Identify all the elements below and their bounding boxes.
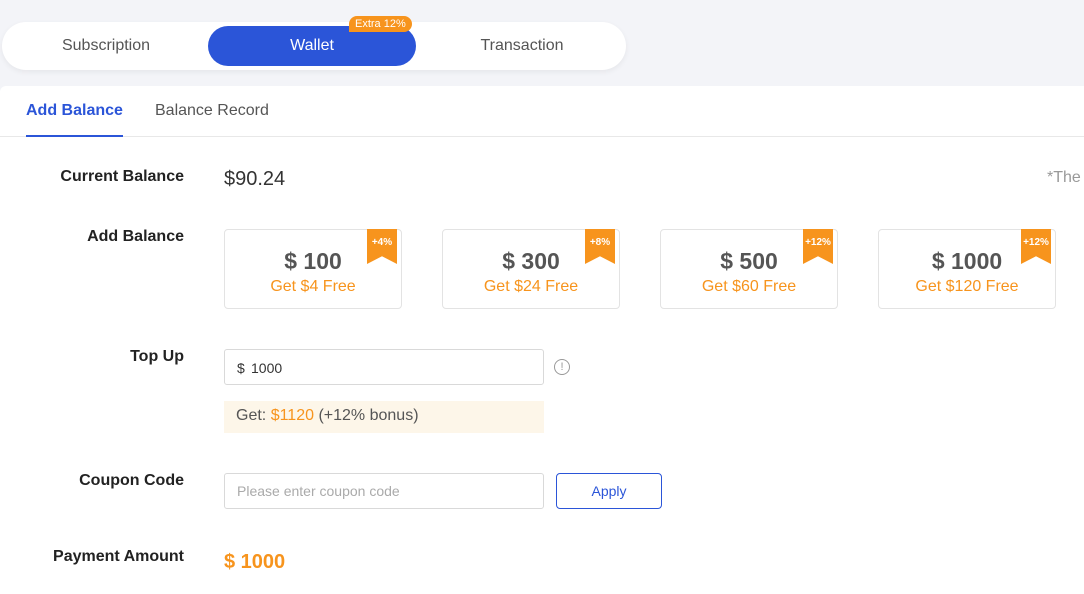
top-up-input[interactable]: $ 1000 [224, 349, 544, 385]
payment-amount-value: $ 1000 [224, 551, 286, 573]
option-bonus-text: Get $120 Free [915, 278, 1019, 295]
tab-add-balance[interactable]: Add Balance [26, 102, 123, 137]
current-balance-value: $90.24 [224, 168, 286, 190]
coupon-code-input[interactable] [224, 473, 544, 509]
sub-tab-bar: Add Balance Balance Record [0, 86, 1084, 137]
top-up-bonus-summary: Get: $1120 (+12% bonus) [224, 401, 544, 433]
top-up-value: 1000 [251, 360, 283, 376]
info-icon[interactable]: ! [554, 359, 570, 375]
bonus-total-amount: $1120 [270, 407, 314, 424]
tab-wallet[interactable]: Wallet [208, 26, 416, 66]
bonus-suffix: (+12% bonus) [318, 407, 419, 424]
current-balance-label: Current Balance [60, 168, 184, 185]
coupon-code-label: Coupon Code [79, 472, 184, 489]
currency-symbol: $ [237, 360, 245, 376]
option-bonus-text: Get $24 Free [483, 278, 579, 295]
option-bonus-text: Get $4 Free [270, 278, 356, 295]
payment-amount-label: Payment Amount [53, 548, 184, 565]
tab-transaction[interactable]: Transaction [418, 26, 626, 66]
wallet-panel: Add Balance Balance Record Current Balan… [0, 86, 1084, 594]
wallet-extra-badge: Extra 12% [349, 16, 412, 32]
balance-note: *The [1047, 169, 1081, 186]
balance-option-300[interactable]: $ 300 Get $24 Free +8% [442, 229, 620, 309]
balance-option-100[interactable]: $ 100 Get $4 Free +4% [224, 229, 402, 309]
option-bonus-text: Get $60 Free [701, 278, 797, 295]
top-up-label: Top Up [130, 348, 184, 365]
balance-option-500[interactable]: $ 500 Get $60 Free +12% [660, 229, 838, 309]
add-balance-label: Add Balance [87, 228, 184, 245]
tab-subscription[interactable]: Subscription [2, 26, 210, 66]
apply-coupon-button[interactable]: Apply [556, 473, 662, 509]
bonus-prefix: Get: [236, 407, 267, 424]
top-tab-bar: Subscription Wallet Transaction Extra 12… [2, 16, 626, 70]
tab-balance-record[interactable]: Balance Record [155, 102, 269, 120]
balance-option-1000[interactable]: $ 1000 Get $120 Free +12% [878, 229, 1056, 309]
